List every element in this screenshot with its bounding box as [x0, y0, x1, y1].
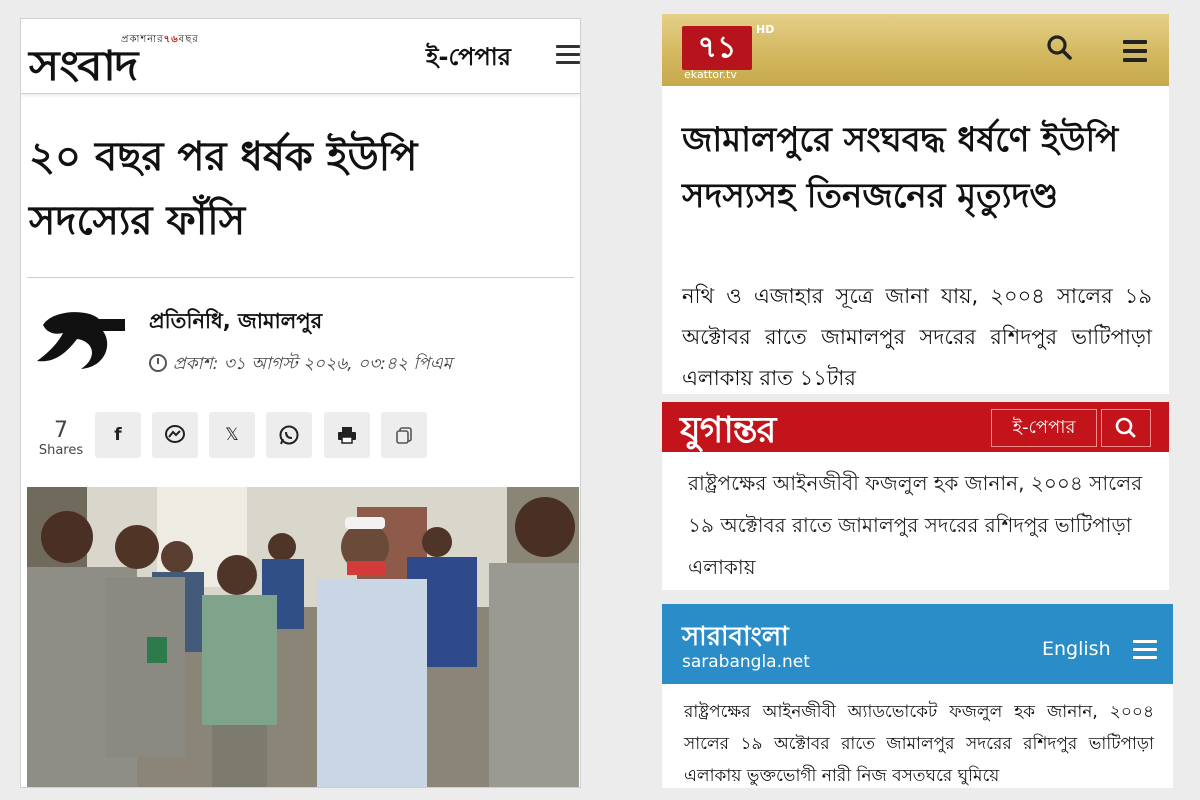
author-name: প্রতিনিধি, জামালপুর [149, 309, 323, 333]
x-icon[interactable]: 𝕏 [209, 412, 255, 458]
tagline-number: ৭৬ [163, 34, 179, 45]
share-counter: 7 Shares [37, 418, 85, 459]
search-icon[interactable] [1046, 34, 1072, 60]
messenger-icon[interactable] [152, 412, 198, 458]
publish-time-text: প্রকাশ: ৩১ আগস্ট ২০২৬, ০৩:৪২ পিএম [173, 354, 453, 374]
whatsapp-icon[interactable] [266, 412, 312, 458]
copy-icon[interactable] [381, 412, 427, 458]
search-button[interactable] [1101, 409, 1151, 447]
divider [27, 277, 574, 278]
english-link[interactable]: English [1042, 638, 1111, 660]
epaper-link[interactable]: ই-পেপার [426, 39, 511, 79]
search-icon [1115, 417, 1136, 438]
site-domain: sarabangla.net [682, 652, 810, 672]
site-domain: ekattor.tv [684, 68, 737, 81]
share-count: 7 [54, 418, 68, 443]
clock-icon [149, 354, 167, 372]
facebook-icon[interactable]: f [95, 412, 141, 458]
jugantor-article-panel: যুগান্তর ই-পেপার রাষ্ট্রপক্ষের আইনজীবী ফ… [662, 402, 1169, 590]
tagline-pre: প্রকাশনার [121, 34, 164, 45]
article-body: রাষ্ট্রপক্ষের আইনজীবী ফজলুল হক জানান, ২০… [688, 471, 1143, 579]
author-avatar-logo [37, 312, 125, 369]
article-body: রাষ্ট্রপক্ষের আইনজীবী অ্যাডভোকেট ফজলুল হ… [684, 702, 1154, 786]
hamburger-icon[interactable] [1133, 640, 1157, 660]
article-photo [27, 487, 579, 787]
tagline-post: বছর [178, 34, 199, 45]
shares-label: Shares [38, 443, 84, 458]
sarabangla-article-panel: সারাবাংলা sarabangla.net English রাষ্ট্র… [662, 604, 1173, 788]
epaper-button[interactable]: ই-পেপার [991, 409, 1097, 447]
ekattor-article-panel: ৭১ HD ekattor.tv জামালপুরে সংঘবদ্ধ ধর্ষণ… [662, 14, 1169, 394]
ekattor-logo[interactable]: ৭১ [682, 26, 752, 70]
site-header: ৭১ HD ekattor.tv [662, 14, 1169, 86]
article-headline: জামালপুরে সংঘবদ্ধ ধর্ষণে ইউপি সদস্যসহ তি… [682, 120, 1119, 216]
tagline: প্রকাশনার৭৬বছর [121, 32, 199, 49]
print-icon[interactable] [324, 412, 370, 458]
article-body: নথি ও এজাহার সূত্রে জানা যায়, ২০০৪ সালে… [682, 284, 1152, 390]
sangbad-article-panel: সংবাদ প্রকাশনার৭৬বছর ই-পেপার ২০ বছর পর ধ… [20, 18, 581, 788]
jugantor-logo[interactable]: যুগান্তর [680, 403, 776, 463]
article-headline: ২০ বছর পর ধর্ষক ইউপি সদস্যের ফাঁসি [29, 134, 418, 244]
publish-time: প্রকাশ: ৩১ আগস্ট ২০২৬, ০৩:৪২ পিএম [149, 351, 452, 379]
site-header: যুগান্তর ই-পেপার [662, 402, 1169, 452]
hamburger-icon[interactable] [556, 45, 580, 65]
hamburger-icon[interactable] [1123, 40, 1147, 62]
site-header: সারাবাংলা sarabangla.net English [662, 604, 1173, 684]
hd-badge: HD [756, 23, 775, 36]
site-header: সংবাদ প্রকাশনার৭৬বছর ই-পেপার [21, 19, 580, 94]
